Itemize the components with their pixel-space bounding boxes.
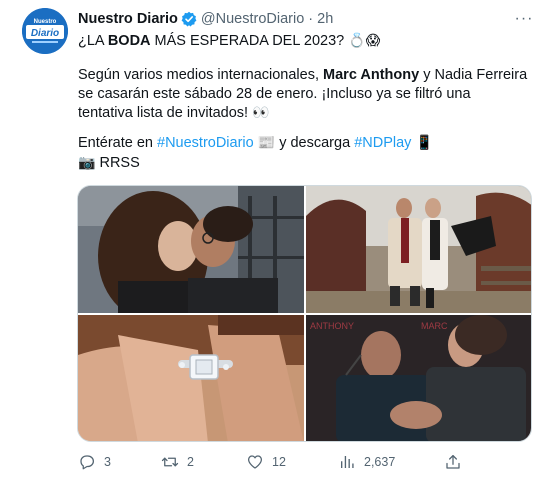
tweet-cta: Entérate en #NuestroDiario 📰 y descarga … [78, 134, 538, 153]
heart-icon [247, 455, 263, 469]
paragraph-bold-name: Marc Anthony [323, 67, 420, 83]
tweet[interactable]: Nuestro Diario Nuestro Diario @NuestroDi… [0, 0, 552, 479]
credit-text: RRSS [95, 155, 140, 171]
newspaper-emoji-icon: 📰 [257, 135, 276, 151]
author-name[interactable]: Nuestro Diario [78, 11, 178, 27]
verified-badge-icon [181, 11, 197, 27]
like-count: 12 [272, 455, 286, 469]
tweet-headline: ¿LA BODA MÁS ESPERADA DEL 2023? 💍😱 [78, 32, 538, 51]
reply-icon [80, 455, 95, 470]
hashtag-ndplay-link[interactable]: #NDPlay [354, 135, 411, 151]
photo-couple-portrait[interactable]: ANTHONY MARC [306, 315, 531, 441]
photo-kiss[interactable] [78, 186, 304, 313]
avatar[interactable]: Nuestro Diario [22, 8, 68, 54]
more-options-icon[interactable]: ··· [513, 10, 535, 28]
headline-text-post: MÁS ESPERADA DEL 2023? [150, 33, 349, 49]
svg-text:Diario: Diario [31, 28, 59, 39]
author-handle[interactable]: @NuestroDiario [201, 11, 304, 27]
overlay-text-marc: MARC [421, 321, 448, 331]
views-count: 2,637 [364, 455, 396, 469]
share-button[interactable] [444, 452, 462, 472]
headline-text-pre: ¿LA [78, 33, 108, 49]
ring-scream-emoji-icon: 💍😱 [348, 33, 381, 49]
overlay-text-anthony: ANTHONY [310, 321, 354, 331]
retweet-count: 2 [187, 455, 194, 469]
analytics-icon [341, 456, 354, 468]
reply-button[interactable]: 3 [78, 452, 111, 472]
headline-bold: BODA [107, 33, 151, 49]
paragraph-text-pre: Según varios medios internacionales, [78, 67, 324, 83]
action-bar: 3 2 12 2,637 [78, 452, 538, 472]
eyes-emoji-icon: 👀 [252, 105, 270, 121]
media-grid: ANTHONY MARC [77, 185, 532, 442]
hashtag-nuestrodiario-link[interactable]: #NuestroDiario [157, 135, 254, 151]
like-button[interactable]: 12 [246, 452, 286, 472]
share-icon [446, 454, 460, 469]
tweet-header: Nuestro Diario @NuestroDiario · 2h [78, 10, 333, 28]
retweet-button[interactable]: 2 [161, 452, 194, 472]
tweet-paragraph: Según varios medios internacionales, Mar… [78, 66, 528, 123]
cta-text-pre: Entérate en [78, 135, 157, 151]
reply-count: 3 [104, 455, 111, 469]
retweet-icon [161, 457, 179, 467]
camera-emoji-icon: 📷 [78, 155, 96, 171]
views-button[interactable]: 2,637 [338, 452, 395, 472]
avatar-logo: Nuestro Diario [22, 8, 68, 54]
photo-engagement-ring[interactable] [78, 315, 304, 441]
separator-dot: · [308, 11, 314, 27]
tweet-time[interactable]: 2h [317, 11, 333, 27]
cta-text-mid: y descarga [275, 135, 355, 151]
photo-couple-walking[interactable] [306, 186, 531, 313]
phone-emoji-icon: 📱 [415, 135, 433, 151]
svg-text:Nuestro: Nuestro [34, 19, 57, 25]
tweet-credit: 📷 RRSS [78, 154, 538, 173]
